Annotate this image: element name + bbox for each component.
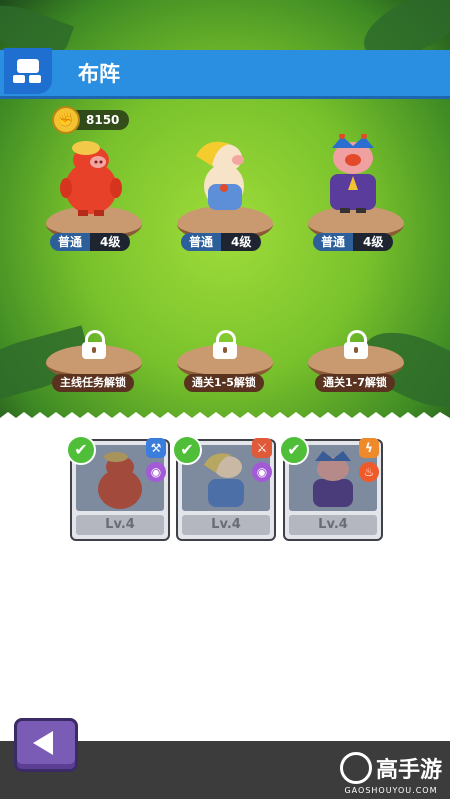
back-arrow-icon	[33, 731, 53, 755]
lock-icon	[213, 330, 237, 359]
unlock-condition: 通关1-7解锁	[315, 374, 395, 392]
level-label: 4级	[221, 233, 262, 251]
back-button[interactable]	[14, 718, 78, 772]
level-label: 4级	[353, 233, 394, 251]
unlock-condition: 通关1-5解锁	[184, 374, 264, 392]
slot-1-tag: 普通 4级	[50, 233, 131, 251]
quality-label: 普通	[313, 233, 354, 251]
watermark: 高手游 GAOSHOUYOU.COM	[339, 752, 442, 795]
lock-icon	[82, 330, 106, 359]
team-power: ✊ 8150	[52, 106, 130, 134]
blonde-pig-hero[interactable]	[186, 136, 256, 216]
fire-icon: ♨	[359, 462, 379, 482]
watermark-logo-icon	[339, 752, 372, 784]
hero-level: Lv.4	[76, 515, 164, 535]
checkmark-icon: ✔	[172, 435, 202, 465]
slot-3-tag: 普通 4级	[313, 233, 394, 251]
red-pig-hero[interactable]	[56, 138, 126, 218]
quality-label: 普通	[181, 233, 222, 251]
hero-level: Lv.4	[289, 515, 377, 535]
sword-icon: ⚔	[252, 438, 272, 458]
checkmark-icon: ✔	[279, 435, 309, 465]
slot-2-tag: 普通 4级	[181, 233, 262, 251]
unlock-condition: 主线任务解锁	[52, 374, 134, 392]
clown-pig-hero[interactable]	[318, 134, 388, 214]
fist-icon: ✊	[52, 106, 80, 134]
watermark-name: 高手游	[375, 758, 442, 783]
eye-icon: ◉	[146, 462, 166, 482]
power-value: 8150	[74, 110, 130, 130]
quality-label: 普通	[50, 233, 91, 251]
checkmark-icon: ✔	[66, 435, 96, 465]
title-bar: 布阵	[0, 48, 450, 99]
torn-edge-divider	[0, 412, 450, 426]
lightning-icon: ϟ	[359, 438, 379, 458]
eye-icon: ◉	[252, 462, 272, 482]
hero-level: Lv.4	[182, 515, 270, 535]
page-title: 布阵	[78, 62, 120, 86]
watermark-url: GAOSHOUYOU.COM	[344, 786, 438, 795]
formation-icon	[4, 48, 52, 94]
level-label: 4级	[90, 233, 131, 251]
lock-icon	[344, 330, 368, 359]
hammer-icon: ⚒	[146, 438, 166, 458]
